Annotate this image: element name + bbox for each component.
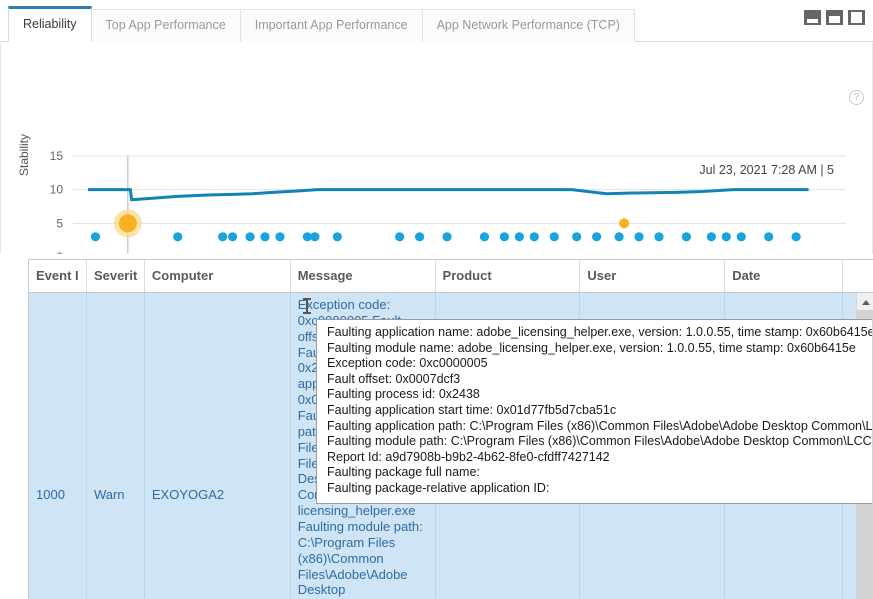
event-dot [310,232,320,242]
event-dot [514,232,524,242]
event-dot [529,232,539,242]
stability-line [87,188,809,202]
y-axis-tick: 5 [56,216,63,230]
column-header-user[interactable]: User [580,260,726,292]
tab-strip: Reliability Top App Performance Importan… [0,0,873,42]
event-dot [706,232,716,242]
event-dot [721,232,731,242]
pane-layout-full-icon[interactable] [848,10,865,25]
tooltip-line: Faulting package-relative application ID… [327,480,550,495]
tab-top-app-performance[interactable]: Top App Performance [90,9,241,42]
column-header-date[interactable]: Date [725,260,844,292]
event-dot [736,232,746,242]
reliability-chart[interactable]: 05101522 Jul26 Jul30 Jul3 Aug7 Aug11 Aug… [1,43,873,254]
event-dot [592,232,602,242]
event-dot [681,232,692,242]
event-dot [275,232,285,242]
event-dot [499,232,509,242]
event-dot [245,232,255,242]
tooltip-line: Fault offset: 0x0007dcf3 [327,371,461,386]
event-dot [764,232,774,242]
event-dot [654,232,664,242]
event-dot [549,232,559,242]
pane-layout-medium-icon[interactable] [826,10,843,25]
event-dot [791,232,801,242]
y-axis-tick: 10 [50,183,64,197]
tooltip-line: Faulting application name: adobe_licensi… [327,325,872,339]
cell-severity: Warn [87,293,145,599]
event-dot [442,232,452,242]
event-dot [395,232,405,242]
highlight-dot [619,218,630,229]
scroll-up-arrow-icon[interactable] [857,293,873,310]
event-dot [415,232,425,242]
text-cursor-icon [303,298,311,314]
event-dot [634,232,644,242]
event-dot [218,232,228,242]
pane-layout-small-icon[interactable] [804,10,821,25]
table-header-row: Event I Severit Computer Message Product… [29,260,873,293]
tooltip-line: Faulting application path: C:\Program Fi… [327,418,872,433]
pane-layout-controls [804,10,865,25]
cell-computer: EXOYOGA2 [145,293,291,599]
tab-reliability[interactable]: Reliability [8,6,92,42]
column-header-event-id[interactable]: Event I [29,260,87,292]
event-dot [173,232,183,242]
y-axis-tick: 0 [56,250,63,254]
tab-important-app-performance[interactable]: Important App Performance [239,9,423,42]
event-dot [260,232,270,242]
tab-list: Reliability Top App Performance Importan… [0,0,873,42]
event-dot [90,232,101,242]
tooltip-line: Faulting process id: 0x2438 [327,387,480,402]
cell-event-id: 1000 [29,293,87,599]
column-header-computer[interactable]: Computer [145,260,291,292]
event-dot [479,232,490,242]
column-header-spacer [843,260,873,292]
column-header-message[interactable]: Message [291,260,436,292]
tab-app-network-performance-tcp[interactable]: App Network Performance (TCP) [421,9,635,42]
column-header-product[interactable]: Product [436,260,581,292]
event-dot [614,232,624,242]
tooltip-line: Faulting package full name: [327,465,480,480]
reliability-chart-panel: ? Stability Jul 23, 2021 7:28 AM | 5 051… [0,43,873,254]
reliability-dashboard: Reliability Top App Performance Importan… [0,0,873,599]
tooltip-line: Exception code: 0xc0000005 [327,356,488,371]
y-axis-tick: 15 [50,149,64,163]
event-dot [227,232,238,242]
column-header-severity[interactable]: Severit [87,260,145,292]
tooltip-line: Faulting application start time: 0x01d77… [327,402,617,417]
tooltip-line: Faulting module path: C:\Program Files (… [327,434,872,449]
event-dot [572,232,582,242]
message-tooltip: Faulting application name: adobe_licensi… [316,319,872,504]
tooltip-line: Faulting module name: adobe_licensing_he… [327,340,856,355]
event-dot [332,232,342,242]
highlight-dot [118,214,137,233]
tooltip-line: Report Id: a9d7908b-b9b2-4b62-8fe0-cfdff… [327,449,610,464]
